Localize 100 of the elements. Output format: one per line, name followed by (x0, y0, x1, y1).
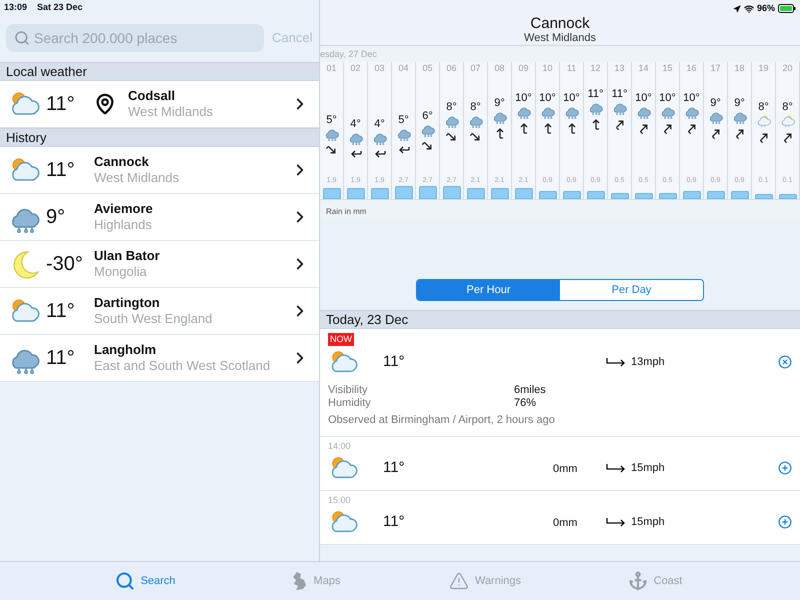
hour-temperature: 9° (734, 96, 745, 109)
hour-label: 17 (710, 62, 720, 74)
rain-bar (442, 186, 460, 199)
rain-bar (778, 194, 796, 199)
hour-temperature: 10° (515, 92, 532, 104)
place-name: Cannock (94, 154, 150, 170)
hour-temperature: 8° (470, 100, 481, 113)
hour-temperature: 10° (563, 92, 580, 104)
wind-arrow-icon (606, 357, 626, 367)
rain-bar (634, 192, 652, 199)
rain-bar (586, 191, 604, 199)
rain-bar (562, 191, 580, 199)
wind-arrow-icon (606, 463, 626, 473)
place-name: Langholm (94, 342, 158, 358)
section-header: Local weather (6, 62, 87, 81)
hour-label: 03 (374, 62, 384, 74)
search-field[interactable]: Search 200.000 places (6, 24, 264, 52)
hour-label: 19 (758, 62, 768, 74)
temperature: 11° (46, 299, 76, 324)
place-row[interactable]: 11° Dartington South West England (0, 288, 319, 335)
wifi-icon (744, 4, 754, 14)
location-subtitle: West Midlands (524, 32, 596, 44)
rain-bar (346, 188, 364, 199)
hour-temperature: 6° (422, 110, 433, 122)
day-heading: Today, 23 Dec (326, 310, 408, 329)
hour-label: 07 (470, 62, 480, 74)
location-title: Cannock (530, 16, 590, 32)
hour-label: 20 (782, 62, 792, 74)
wind-speed: 15mph (631, 514, 666, 530)
rain-bar (754, 194, 772, 199)
tab-bar-item[interactable]: Search (60, 571, 230, 591)
detail-value: 76% (514, 397, 536, 410)
observation-note: Observed at Birmingham / Airport, 2 hours ago (328, 414, 556, 427)
place-region: Highlands (94, 217, 153, 233)
place-region: West Midlands (128, 104, 214, 120)
hour-label: 10 (542, 62, 552, 74)
segment-tab[interactable]: Per Day (560, 280, 703, 300)
hour-label: 01 (326, 62, 336, 74)
expand-button[interactable] (778, 515, 792, 529)
hour-temperature: 11° (588, 88, 604, 100)
rain-bar (394, 186, 412, 199)
rain-bar (418, 186, 436, 199)
wind-arrow-icon (606, 517, 626, 527)
hour-temperature: 5° (326, 114, 337, 126)
hour-label: 11 (566, 62, 576, 74)
hour-temperature: 5° (398, 114, 409, 126)
hour-temperature: 4° (350, 118, 361, 130)
temperature: 11° (46, 158, 76, 183)
rain-caption: Rain in mm (325, 206, 368, 218)
rain-bar (682, 191, 700, 199)
rain-bar (466, 188, 484, 199)
hour-label: 05 (422, 62, 432, 74)
place-name: Aviemore (94, 201, 154, 217)
hour-temperature: 8° (446, 100, 457, 113)
place-row[interactable]: 11° Cannock West Midlands (0, 147, 319, 194)
hour-temperature: 11° (612, 88, 628, 100)
wind-speed: 13mph (631, 354, 666, 370)
rain-amount: 0mm (553, 517, 578, 529)
collapse-button[interactable] (778, 355, 792, 369)
location-arrow-icon (732, 4, 741, 13)
tab-bar-item[interactable]: Maps (230, 571, 400, 591)
segment-tab[interactable]: Per Hour (417, 280, 560, 300)
status-time: 13:09 (4, 1, 28, 14)
place-region: West Midlands (94, 170, 180, 186)
detail-value: 6miles (514, 384, 546, 397)
tab-bar-item[interactable]: Coast (570, 571, 740, 591)
hour-label: 02 (350, 62, 360, 74)
place-row[interactable]: 9° Aviemore Highlands (0, 194, 319, 241)
place-row[interactable]: 11° Codsall West Midlands (0, 81, 319, 128)
rain-bar (730, 191, 748, 199)
hour-temperature: 10° (635, 92, 652, 104)
hour-label: 08 (494, 62, 504, 74)
hour-label: 09 (518, 62, 528, 74)
expand-button[interactable] (778, 461, 792, 475)
day-label: esday, 27 Dec (320, 48, 378, 61)
place-region: South West England (94, 311, 214, 327)
place-name: Dartington (94, 295, 161, 311)
now-badge: NOW (328, 333, 354, 346)
section-header: History (6, 128, 46, 147)
hour-label: 04 (398, 62, 408, 74)
temperature: 11° (46, 92, 76, 117)
tab-bar-item[interactable]: Warnings (400, 571, 570, 591)
hour-time: 14:00 (328, 441, 352, 452)
place-region: East and South West Scotland (94, 358, 272, 374)
entry-temperature: 11° (383, 512, 406, 532)
temperature: 9° (46, 205, 66, 230)
rain-bar (610, 192, 628, 199)
status-date: Sat 23 Dec (37, 1, 83, 14)
hour-label: 13 (614, 62, 624, 74)
hour-temperature: 8° (758, 100, 769, 113)
hour-label: 14 (638, 62, 648, 74)
anchor-icon (628, 571, 648, 591)
hour-temperature: 9° (494, 96, 505, 109)
rain-bar (322, 188, 340, 199)
hour-temperature: 10° (683, 92, 700, 104)
battery-icon (778, 4, 796, 14)
temperature: 11° (46, 346, 76, 371)
entry-temperature: 11° (383, 352, 406, 372)
place-row[interactable]: 11° Langholm East and South West Scotland (0, 335, 319, 382)
battery-percent: 96% (756, 2, 775, 15)
